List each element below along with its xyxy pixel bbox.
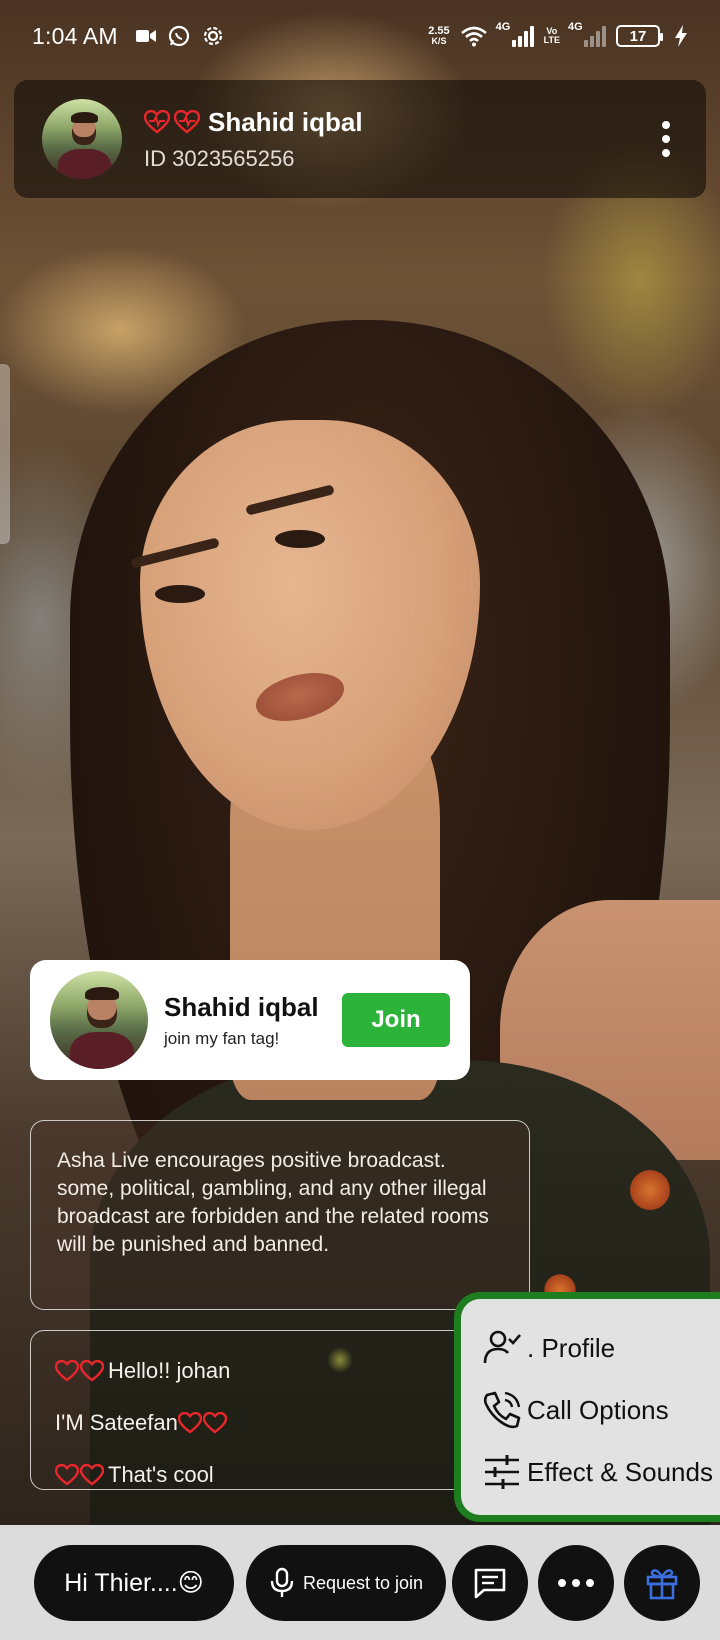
chat-input[interactable]: Hi Thier....😊 bbox=[34, 1545, 234, 1621]
more-options-icon[interactable] bbox=[652, 115, 680, 163]
gift-button[interactable] bbox=[624, 1545, 700, 1621]
fan-tag-card: Shahid iqbal join my fan tag! Join bbox=[30, 960, 470, 1080]
signal-icon: 4G bbox=[568, 21, 606, 47]
join-fan-tag-button[interactable]: Join bbox=[342, 993, 450, 1047]
menu-item-call-options[interactable]: Call Options bbox=[481, 1379, 720, 1441]
volte-indicator: Vo LTE bbox=[544, 27, 560, 45]
network-speed: 2.55 K/S bbox=[428, 26, 449, 46]
video-camera-icon bbox=[135, 30, 156, 42]
chat-input-text: Hi Thier....😊 bbox=[64, 1569, 204, 1597]
request-to-join-label: Request to join bbox=[302, 1572, 424, 1593]
chat-message-text: That's cool bbox=[108, 1462, 214, 1487]
fan-tag-avatar[interactable] bbox=[50, 971, 148, 1069]
heart-badge-icon bbox=[55, 1360, 104, 1382]
host-name: Shahid iqbal bbox=[208, 106, 363, 137]
settings-gear-icon bbox=[203, 26, 222, 46]
more-button[interactable] bbox=[538, 1545, 614, 1621]
chat-message: That's cool bbox=[55, 1449, 477, 1501]
fan-tag-name: Shahid iqbal bbox=[164, 991, 319, 1022]
message-button[interactable] bbox=[452, 1545, 528, 1621]
signal-icon: 4G bbox=[496, 21, 534, 47]
host-info: Shahid iqbal ID 3023565256 bbox=[144, 107, 363, 172]
streamer-eye bbox=[155, 585, 205, 603]
heartbeat-heart-icon bbox=[144, 110, 170, 134]
microphone-icon bbox=[270, 1567, 294, 1597]
heart-badge-icon bbox=[55, 1464, 104, 1486]
status-right-icons: 2.55 K/S 4G Vo LTE 4G 17 bbox=[428, 21, 688, 47]
heartbeat-heart-icon bbox=[174, 110, 200, 134]
phone-call-icon bbox=[483, 1391, 521, 1429]
speed-unit: K/S bbox=[431, 36, 447, 46]
battery-level: 17 bbox=[629, 27, 647, 45]
battery-icon: 17 bbox=[616, 25, 663, 47]
heart-badge-icon bbox=[177, 1412, 227, 1434]
broadcast-notice: Asha Live encourages positive broadcast.… bbox=[30, 1120, 530, 1310]
host-id: ID 3023565256 bbox=[144, 145, 295, 171]
gift-icon bbox=[646, 1569, 678, 1600]
host-header-card[interactable]: Shahid iqbal ID 3023565256 bbox=[14, 80, 706, 198]
notice-text: Asha Live encourages positive broadcast.… bbox=[57, 1149, 489, 1256]
request-to-join-button[interactable]: Request to join bbox=[246, 1545, 446, 1621]
whatsapp-icon bbox=[168, 25, 189, 47]
host-avatar[interactable] bbox=[42, 99, 122, 179]
bottom-action-bar: Hi Thier....😊 Request to join bbox=[0, 1525, 720, 1640]
chat-messages: Hello!! johan I'M Sateefan That's cool bbox=[30, 1330, 500, 1490]
chat-message: I'M Sateefan bbox=[55, 1397, 477, 1449]
menu-item-effect-sounds[interactable]: Effect & Sounds bbox=[481, 1441, 720, 1503]
user-check-icon bbox=[483, 1330, 521, 1364]
menu-item-profile[interactable]: . Profile bbox=[481, 1317, 720, 1379]
host-name-row: Shahid iqbal bbox=[144, 107, 363, 138]
chat-message: Hello!! johan bbox=[55, 1345, 477, 1397]
streamer-eye bbox=[275, 530, 325, 548]
menu-item-label: Call Options bbox=[527, 1394, 669, 1425]
status-time: 1:04 AM bbox=[32, 22, 118, 49]
status-bar: 1:04 AM 2.55 K/S 4G Vo LTE 4G 17 bbox=[0, 0, 720, 72]
chat-message-text: I'M Sateefan bbox=[55, 1410, 178, 1435]
chat-message-text: Hello!! johan bbox=[108, 1358, 231, 1383]
volte-bottom: LTE bbox=[543, 35, 560, 45]
side-drawer-handle[interactable] bbox=[0, 364, 10, 544]
more-dots-icon bbox=[558, 1579, 594, 1587]
menu-item-label: . Profile bbox=[527, 1332, 616, 1363]
message-icon bbox=[474, 1568, 506, 1599]
status-notification-icons bbox=[135, 25, 224, 47]
fan-tag-subtitle: join my fan tag! bbox=[164, 1028, 280, 1048]
action-menu: . Profile Call Options Effect & Sounds bbox=[454, 1292, 720, 1522]
charging-bolt-icon bbox=[675, 25, 687, 47]
sliders-icon bbox=[485, 1455, 519, 1489]
fan-tag-text: Shahid iqbal join my fan tag! bbox=[164, 992, 319, 1049]
wifi-icon bbox=[460, 26, 487, 47]
menu-item-label: Effect & Sounds bbox=[527, 1456, 713, 1487]
network-type: 4G bbox=[495, 21, 511, 33]
network-type: 4G bbox=[568, 21, 583, 33]
